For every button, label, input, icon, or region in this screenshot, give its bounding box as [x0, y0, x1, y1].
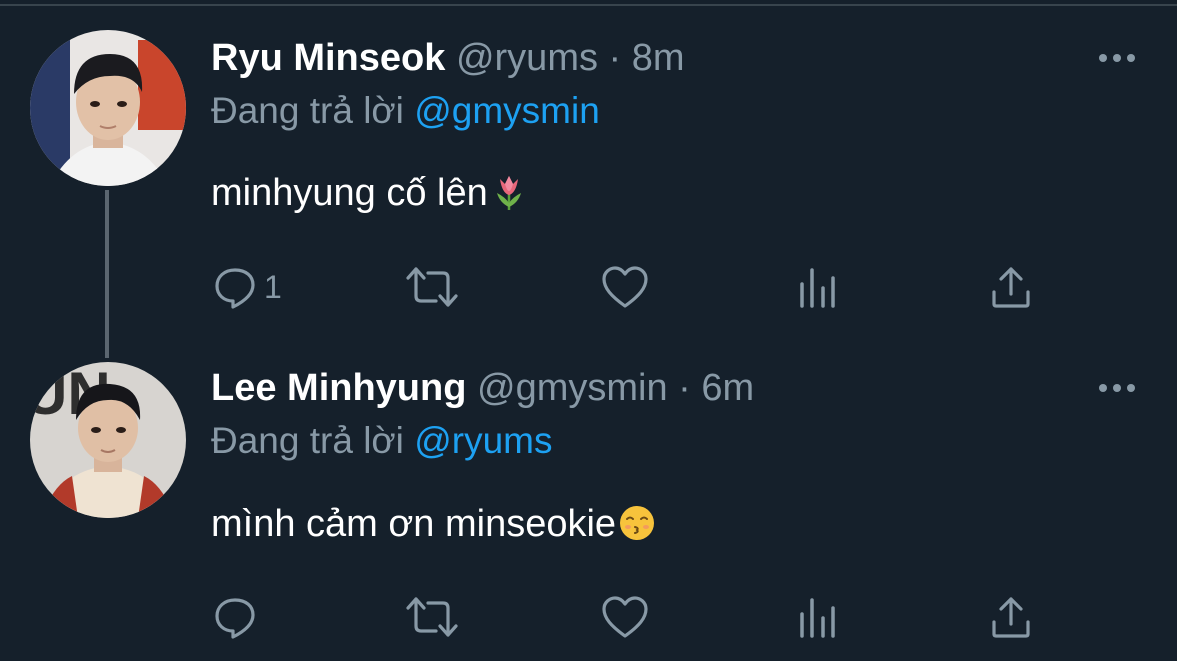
share-action[interactable]	[989, 592, 1033, 642]
tweet-text-content: minhyung cố lên	[211, 172, 488, 214]
tweet-header: Lee Minhyung @gmysmin · 6m	[211, 366, 754, 410]
tulip-emoji-icon	[496, 176, 521, 210]
avatar-photo: UN	[30, 362, 186, 518]
separator-dot: ·	[678, 367, 691, 409]
tweet-text: minhyung cố lên	[211, 170, 528, 216]
retweet-action[interactable]	[404, 262, 460, 312]
mention-link[interactable]: @gmysmin	[414, 90, 600, 131]
heart-icon[interactable]	[601, 264, 649, 310]
like-action[interactable]	[601, 262, 649, 312]
reply-icon[interactable]	[212, 594, 258, 640]
tweet-actions	[212, 592, 1042, 642]
display-name[interactable]: Ryu Minseok	[211, 37, 445, 79]
analytics-icon[interactable]	[798, 594, 838, 640]
tweet-header: Ryu Minseok @ryums · 8m	[211, 36, 685, 80]
avatar[interactable]: UN	[30, 362, 186, 518]
share-icon[interactable]	[989, 594, 1033, 640]
retweet-icon[interactable]	[404, 264, 460, 310]
share-action[interactable]	[989, 262, 1033, 312]
timestamp[interactable]: 6m	[701, 367, 754, 409]
tweet-text: mình cảm ơn minseokie	[211, 501, 656, 547]
more-icon[interactable]	[1097, 378, 1137, 398]
retweet-icon[interactable]	[404, 594, 460, 640]
more-icon[interactable]	[1097, 48, 1137, 68]
tweet[interactable]: UN Lee Minhyung @gmysmin · 6m Đang trả l…	[0, 330, 1177, 661]
tweet-actions: 1	[212, 262, 1042, 312]
share-icon[interactable]	[989, 264, 1033, 310]
separator-dot: ·	[608, 37, 622, 79]
user-handle[interactable]: @gmysmin	[477, 367, 668, 409]
avatar[interactable]	[30, 30, 186, 186]
analytics-icon[interactable]	[798, 264, 838, 310]
display-name[interactable]: Lee Minhyung	[211, 367, 466, 409]
analytics-action[interactable]	[798, 592, 838, 642]
replying-to: Đang trả lời @ryums	[211, 419, 552, 463]
reply-count: 1	[264, 268, 282, 305]
reply-action[interactable]	[212, 592, 264, 642]
analytics-action[interactable]	[798, 262, 838, 312]
avatar-photo	[30, 30, 186, 186]
timestamp[interactable]: 8m	[632, 37, 685, 79]
replying-to: Đang trả lời @gmysmin	[211, 89, 600, 133]
reply-action[interactable]: 1	[212, 262, 282, 312]
replying-to-label: Đang trả lời	[211, 420, 404, 461]
like-action[interactable]	[601, 592, 649, 642]
reply-icon[interactable]	[212, 264, 258, 310]
mention-link[interactable]: @ryums	[414, 420, 552, 461]
kissing-face-emoji-icon	[620, 506, 655, 540]
retweet-action[interactable]	[404, 592, 460, 642]
user-handle[interactable]: @ryums	[456, 37, 598, 79]
tweet-text-content: mình cảm ơn minseokie	[211, 503, 617, 545]
tweet[interactable]: Ryu Minseok @ryums · 8m Đang trả lời @gm…	[0, 0, 1177, 330]
replying-to-label: Đang trả lời	[211, 90, 404, 131]
heart-icon[interactable]	[601, 594, 649, 640]
